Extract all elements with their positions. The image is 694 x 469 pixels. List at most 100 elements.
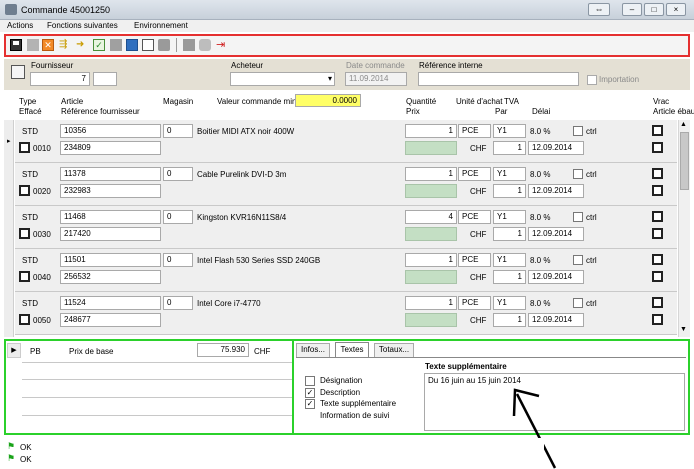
split-icon[interactable]: ⇶ <box>59 39 73 51</box>
row-quantity[interactable]: 1 <box>405 167 457 181</box>
supplier-icon[interactable] <box>11 65 25 79</box>
close-button[interactable]: × <box>666 3 686 16</box>
designation-checkbox[interactable] <box>305 376 315 386</box>
folder-icon[interactable] <box>27 39 39 51</box>
row-vrac-checkbox[interactable] <box>652 168 663 179</box>
row-date[interactable]: 12.09.2014 <box>528 313 584 327</box>
row-quantity[interactable]: 1 <box>405 124 457 138</box>
row-quantity[interactable]: 1 <box>405 253 457 267</box>
tab-totaux[interactable]: Totaux... <box>374 343 414 357</box>
row-article-ebauche-checkbox[interactable] <box>652 228 663 239</box>
row-tva-code[interactable]: Y1 <box>493 124 526 138</box>
valeur-commande-field[interactable]: 0.0000 <box>295 94 361 107</box>
row-price[interactable] <box>405 313 457 327</box>
acheteur-select[interactable]: ▾ <box>230 72 335 86</box>
row-magasin[interactable]: 0 <box>163 210 193 224</box>
description-checkbox[interactable]: ✓ <box>305 388 315 398</box>
row-date[interactable]: 12.09.2014 <box>528 227 584 241</box>
row-article-ebauche-checkbox[interactable] <box>652 271 663 282</box>
row-efface-checkbox[interactable] <box>19 142 30 153</box>
row-efface-checkbox[interactable] <box>19 185 30 196</box>
row-magasin[interactable]: 0 <box>163 296 193 310</box>
row-par[interactable]: 1 <box>493 184 526 198</box>
row-article[interactable]: 11501 <box>60 253 161 267</box>
row-date[interactable]: 12.09.2014 <box>528 184 584 198</box>
row-par[interactable]: 1 <box>493 141 526 155</box>
row-ctrl-checkbox[interactable] <box>573 212 583 222</box>
preview-icon[interactable] <box>142 39 154 51</box>
reference-interne-input[interactable] <box>418 72 579 86</box>
importation-checkbox[interactable] <box>587 75 597 85</box>
row-ref-fournisseur[interactable]: 234809 <box>60 141 161 155</box>
row-ref-fournisseur[interactable]: 232983 <box>60 184 161 198</box>
print-icon[interactable] <box>158 39 170 51</box>
texte-supplementaire-checkbox[interactable]: ✓ <box>305 399 315 409</box>
checkmark-icon[interactable]: ✓ <box>93 39 105 51</box>
date-commande-field[interactable]: 11.09.2014 <box>345 72 407 86</box>
row-article[interactable]: 10356 <box>60 124 161 138</box>
row-article[interactable]: 11468 <box>60 210 161 224</box>
row-tva-code[interactable]: Y1 <box>493 167 526 181</box>
forward-icon[interactable]: ➜ <box>76 39 90 51</box>
cancel-icon[interactable]: ✕ <box>42 39 54 51</box>
scroll-down-icon[interactable]: ▼ <box>680 326 687 333</box>
scroll-up-icon[interactable]: ▲ <box>680 121 687 128</box>
row-unit[interactable]: PCE <box>458 296 491 310</box>
tab-infos[interactable]: Infos... <box>296 343 330 357</box>
row-tva-code[interactable]: Y1 <box>493 253 526 267</box>
row-vrac-checkbox[interactable] <box>652 211 663 222</box>
price-value[interactable]: 75.930 <box>197 343 249 357</box>
tab-textes[interactable]: Textes <box>335 342 369 358</box>
row-vrac-checkbox[interactable] <box>652 254 663 265</box>
row-unit[interactable]: PCE <box>458 167 491 181</box>
fournisseur-input[interactable]: 7 <box>30 72 90 86</box>
row-ref-fournisseur[interactable]: 217420 <box>60 227 161 241</box>
row-par[interactable]: 1 <box>493 270 526 284</box>
menu-actions[interactable]: Actions <box>7 21 33 31</box>
window-icon[interactable] <box>126 39 138 51</box>
row-article-ebauche-checkbox[interactable] <box>652 314 663 325</box>
row-vrac-checkbox[interactable] <box>652 125 663 136</box>
menu-fonctions-suivantes[interactable]: Fonctions suivantes <box>47 21 118 31</box>
row-efface-checkbox[interactable] <box>19 271 30 282</box>
row-ctrl-checkbox[interactable] <box>573 126 583 136</box>
row-quantity[interactable]: 4 <box>405 210 457 224</box>
row-ctrl-checkbox[interactable] <box>573 298 583 308</box>
row-unit[interactable]: PCE <box>458 253 491 267</box>
row-efface-checkbox[interactable] <box>19 314 30 325</box>
row-price[interactable] <box>405 141 457 155</box>
price-row-selector[interactable]: ▶ <box>7 343 21 358</box>
save-icon[interactable] <box>10 39 22 51</box>
stop-icon[interactable] <box>110 39 122 51</box>
row-magasin[interactable]: 0 <box>163 124 193 138</box>
row-ctrl-checkbox[interactable] <box>573 255 583 265</box>
row-article[interactable]: 11378 <box>60 167 161 181</box>
fournisseur-name-field[interactable] <box>93 72 117 86</box>
row-unit[interactable]: PCE <box>458 210 491 224</box>
row-article-ebauche-checkbox[interactable] <box>652 142 663 153</box>
restore-button[interactable]: ⇔ <box>588 3 610 16</box>
row-par[interactable]: 1 <box>493 227 526 241</box>
row-par[interactable]: 1 <box>493 313 526 327</box>
row-magasin[interactable]: 0 <box>163 167 193 181</box>
scroll-thumb[interactable] <box>680 132 689 190</box>
row-ctrl-checkbox[interactable] <box>573 169 583 179</box>
exit-icon[interactable]: ⇥ <box>216 39 228 51</box>
attachment-icon[interactable] <box>199 39 211 51</box>
row-price[interactable] <box>405 227 457 241</box>
row-price[interactable] <box>405 270 457 284</box>
row-vrac-checkbox[interactable] <box>652 297 663 308</box>
row-article-ebauche-checkbox[interactable] <box>652 185 663 196</box>
row-magasin[interactable]: 0 <box>163 253 193 267</box>
row-quantity[interactable]: 1 <box>405 296 457 310</box>
menu-environnement[interactable]: Environnement <box>134 21 188 31</box>
row-unit[interactable]: PCE <box>458 124 491 138</box>
maximize-button[interactable]: □ <box>644 3 664 16</box>
document-icon[interactable] <box>183 39 195 51</box>
row-ref-fournisseur[interactable]: 248677 <box>60 313 161 327</box>
row-tva-code[interactable]: Y1 <box>493 210 526 224</box>
row-price[interactable] <box>405 184 457 198</box>
grid-scrollbar[interactable]: ▲ ▼ <box>678 120 690 337</box>
row-article[interactable]: 11524 <box>60 296 161 310</box>
row-date[interactable]: 12.09.2014 <box>528 270 584 284</box>
